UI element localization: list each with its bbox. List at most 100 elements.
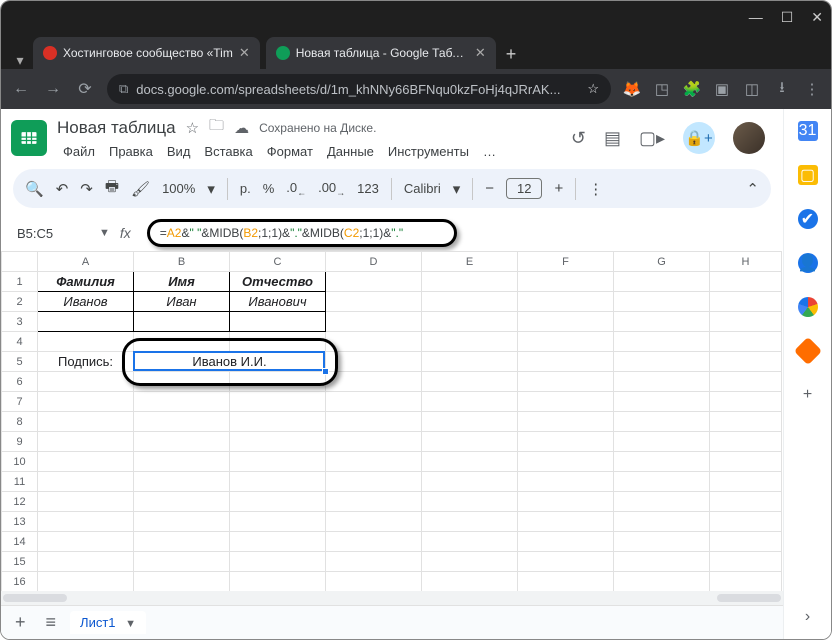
row-header-11[interactable]: 11 xyxy=(2,472,38,492)
cell-E13[interactable] xyxy=(422,512,518,532)
font-chevron-icon[interactable]: ▾ xyxy=(453,180,461,198)
cell-H13[interactable] xyxy=(710,512,782,532)
contacts-icon[interactable]: 👤 xyxy=(798,253,818,273)
download-icon[interactable]: ⭳ xyxy=(769,77,795,102)
cell-D4[interactable] xyxy=(326,332,422,352)
browser-tab-2[interactable]: Новая таблица - Google Табли... ✕ xyxy=(266,37,496,69)
cell-F10[interactable] xyxy=(518,452,614,472)
cell-C2[interactable]: Иванович xyxy=(230,292,326,312)
cell-H14[interactable] xyxy=(710,532,782,552)
menu-tools[interactable]: Инструменты xyxy=(382,142,475,161)
cell-B11[interactable] xyxy=(134,472,230,492)
maps-icon[interactable]: 📍 xyxy=(798,297,818,317)
cell-D5[interactable] xyxy=(326,352,422,372)
cell-H6[interactable] xyxy=(710,372,782,392)
font-inc-icon[interactable]: + xyxy=(554,180,563,197)
comments-icon[interactable]: ▤ xyxy=(604,128,621,149)
cell-F11[interactable] xyxy=(518,472,614,492)
cell-A6[interactable] xyxy=(38,372,134,392)
cell-B6[interactable] xyxy=(134,372,230,392)
forward-icon[interactable]: → xyxy=(39,80,67,98)
browser-menu-icon[interactable]: ⋮ xyxy=(799,80,825,98)
reload-icon[interactable]: ⟳ xyxy=(71,79,99,99)
cell-H16[interactable] xyxy=(710,572,782,592)
cell-A14[interactable] xyxy=(38,532,134,552)
cell-B5[interactable]: Иванов И.И. xyxy=(134,352,326,372)
tab-close-1-icon[interactable]: ✕ xyxy=(239,45,250,61)
cell-H5[interactable] xyxy=(710,352,782,372)
close-icon[interactable]: ✕ xyxy=(811,9,823,26)
cell-B8[interactable] xyxy=(134,412,230,432)
cell-H11[interactable] xyxy=(710,472,782,492)
tab-search-icon[interactable]: ▾ xyxy=(7,52,33,69)
cell-H2[interactable] xyxy=(710,292,782,312)
font-dec-icon[interactable]: − xyxy=(485,180,494,197)
cell-E10[interactable] xyxy=(422,452,518,472)
cell-E5[interactable] xyxy=(422,352,518,372)
cell-D10[interactable] xyxy=(326,452,422,472)
cell-E8[interactable] xyxy=(422,412,518,432)
hide-sidepanel-icon[interactable]: › xyxy=(798,607,818,627)
row-header-9[interactable]: 9 xyxy=(2,432,38,452)
cell-H4[interactable] xyxy=(710,332,782,352)
row-header-10[interactable]: 10 xyxy=(2,452,38,472)
move-doc-icon[interactable]: 🗀 xyxy=(209,115,224,140)
col-header-B[interactable]: B xyxy=(134,252,230,272)
menu-view[interactable]: Вид xyxy=(161,142,197,161)
cell-D14[interactable] xyxy=(326,532,422,552)
addons-plus-icon[interactable]: + xyxy=(798,385,818,405)
cell-B10[interactable] xyxy=(134,452,230,472)
row-header-14[interactable]: 14 xyxy=(2,532,38,552)
cell-E9[interactable] xyxy=(422,432,518,452)
cell-G7[interactable] xyxy=(614,392,710,412)
cell-A5[interactable]: Подпись: xyxy=(38,352,134,372)
cell-D13[interactable] xyxy=(326,512,422,532)
cell-C13[interactable] xyxy=(230,512,326,532)
cell-E3[interactable] xyxy=(422,312,518,332)
share-button[interactable]: 🔒+ xyxy=(683,122,715,154)
fx-icon[interactable]: fx xyxy=(116,225,135,241)
keep-icon[interactable]: ▢ xyxy=(798,165,818,185)
cell-A13[interactable] xyxy=(38,512,134,532)
cell-G16[interactable] xyxy=(614,572,710,592)
star-doc-icon[interactable]: ☆ xyxy=(186,119,199,137)
row-header-1[interactable]: 1 xyxy=(2,272,38,292)
cell-C1[interactable]: Отчество xyxy=(230,272,326,292)
calendar-icon[interactable]: 31 xyxy=(798,121,818,141)
cell-D8[interactable] xyxy=(326,412,422,432)
cell-C9[interactable] xyxy=(230,432,326,452)
col-header-H[interactable]: H xyxy=(710,252,782,272)
cell-H10[interactable] xyxy=(710,452,782,472)
cell-F14[interactable] xyxy=(518,532,614,552)
row-header-12[interactable]: 12 xyxy=(2,492,38,512)
cell-F16[interactable] xyxy=(518,572,614,592)
menu-insert[interactable]: Вставка xyxy=(198,142,258,161)
cell-D12[interactable] xyxy=(326,492,422,512)
meet-icon[interactable]: ▢▸ xyxy=(639,128,665,149)
cell-B14[interactable] xyxy=(134,532,230,552)
cell-G15[interactable] xyxy=(614,552,710,572)
extension-metamask-icon[interactable]: 🦊 xyxy=(619,80,645,98)
cell-A12[interactable] xyxy=(38,492,134,512)
cast-icon[interactable]: ▣ xyxy=(709,80,735,98)
cell-E2[interactable] xyxy=(422,292,518,312)
namebox-chevron-icon[interactable]: ▼ xyxy=(99,227,110,239)
doc-title[interactable]: Новая таблица xyxy=(57,118,176,138)
undo-icon[interactable]: ↶ xyxy=(56,180,69,198)
percent-button[interactable]: % xyxy=(263,181,275,196)
cell-G1[interactable] xyxy=(614,272,710,292)
cell-F13[interactable] xyxy=(518,512,614,532)
menu-file[interactable]: Файл xyxy=(57,142,101,161)
hscroll-thumb-left[interactable] xyxy=(3,594,67,602)
cell-F6[interactable] xyxy=(518,372,614,392)
cell-C7[interactable] xyxy=(230,392,326,412)
currency-button[interactable]: р. xyxy=(240,181,251,196)
cell-B12[interactable] xyxy=(134,492,230,512)
tasks-icon[interactable]: ✔ xyxy=(798,209,818,229)
browser-tab-1[interactable]: Хостинговое сообщество «Tim ✕ xyxy=(33,37,260,69)
cell-B4[interactable] xyxy=(134,332,230,352)
col-header-D[interactable]: D xyxy=(326,252,422,272)
cell-G14[interactable] xyxy=(614,532,710,552)
zoom-level[interactable]: 100% xyxy=(162,181,195,196)
cloud-save-icon[interactable]: ☁ xyxy=(234,119,249,137)
